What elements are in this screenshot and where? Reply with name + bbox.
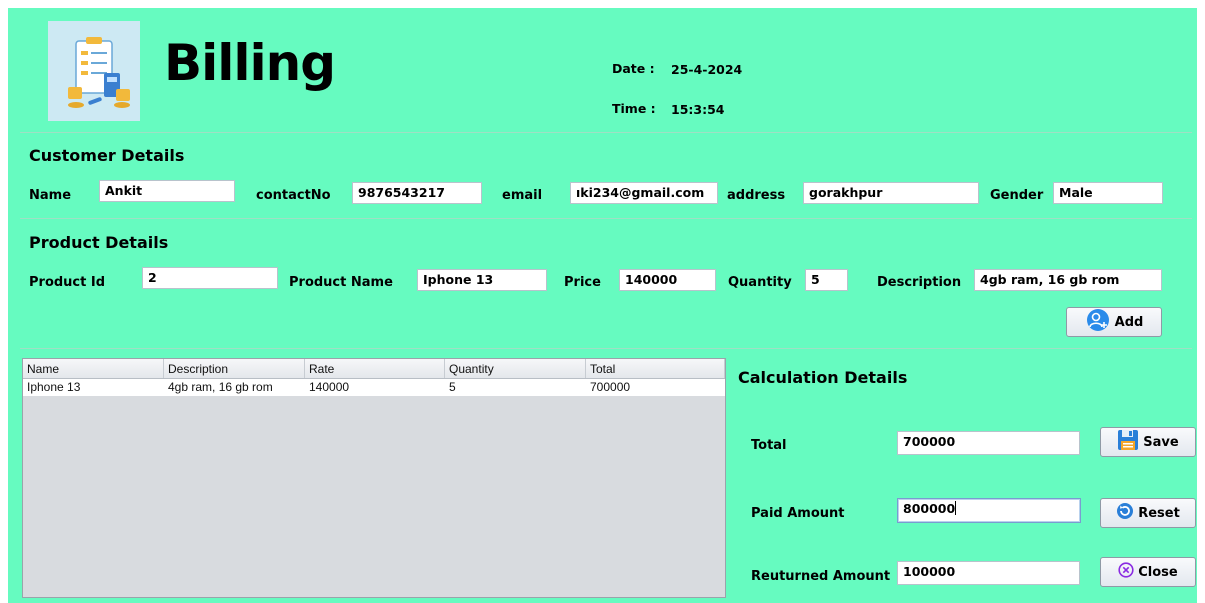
returned-amount-field[interactable]: 100000 [897,561,1080,585]
description-field[interactable]: 4gb ram, 16 gb rom [974,269,1162,291]
column-header-rate[interactable]: Rate [305,359,445,378]
divider [20,348,1192,349]
table-header: Name Description Rate Quantity Total [23,359,725,379]
cell-quantity: 5 [449,380,456,394]
quantity-label: Quantity [728,275,792,290]
billing-window: Billing Date : 25-4-2024 Time : 15:3:54 … [8,8,1197,603]
add-button[interactable]: Add [1066,307,1162,337]
add-user-icon [1085,308,1111,336]
contact-field[interactable]: 9876543217 [352,182,482,204]
product-id-label: Product Id [29,275,106,290]
contact-label: contactNo [256,188,331,203]
divider [20,218,1192,219]
customer-details-heading: Customer Details [29,146,185,165]
total-field[interactable]: 700000 [897,431,1080,455]
total-label: Total [751,438,787,453]
gender-field[interactable]: Male [1053,182,1163,204]
table-row[interactable]: Iphone 13 4gb ram, 16 gb rom 140000 5 70… [23,379,725,396]
reset-icon [1116,502,1134,524]
cell-total: 700000 [590,380,631,394]
page-title: Billing [164,34,336,92]
cell-description: 4gb ram, 16 gb rom [168,380,273,394]
product-name-label: Product Name [289,275,393,290]
date-label: Date : [612,61,655,76]
paid-amount-field[interactable]: 800000 [897,498,1081,523]
reset-button[interactable]: Reset [1100,498,1196,528]
close-button[interactable]: Close [1100,557,1196,587]
calculation-details-heading: Calculation Details [738,368,908,387]
description-label: Description [877,275,962,290]
price-label: Price [564,275,601,290]
cell-rate: 140000 [309,380,350,394]
column-header-description[interactable]: Description [164,359,305,378]
add-button-label: Add [1114,314,1144,330]
time-value: 15:3:54 [671,102,725,117]
save-button-label: Save [1143,434,1179,450]
gender-label: Gender [990,188,1044,203]
returned-amount-label: Reuturned Amount [751,569,891,584]
cell-name: Iphone 13 [27,380,81,394]
save-button[interactable]: Save [1100,427,1196,457]
email-field[interactable]: ıki234@gmail.com [570,182,718,204]
close-icon [1118,562,1134,582]
paid-amount-value: 800000 [903,501,956,516]
paid-amount-label: Paid Amount [751,506,845,521]
name-label: Name [29,188,72,203]
save-icon [1117,429,1139,455]
column-header-total[interactable]: Total [586,359,725,378]
quantity-field[interactable]: 5 [805,269,848,291]
divider [20,132,1192,133]
product-id-field[interactable]: 2 [142,267,278,289]
text-caret [955,501,957,515]
reset-button-label: Reset [1138,505,1180,521]
close-button-label: Close [1138,564,1178,580]
date-value: 25-4-2024 [671,62,743,77]
price-field[interactable]: 140000 [619,269,716,291]
email-label: email [502,188,543,203]
product-name-field[interactable]: Iphone 13 [417,269,547,291]
product-details-heading: Product Details [29,233,169,252]
column-header-name[interactable]: Name [23,359,164,378]
address-label: address [727,188,786,203]
billing-logo [48,21,140,121]
time-label: Time : [612,101,656,116]
billing-table[interactable]: Name Description Rate Quantity Total Iph… [22,358,726,598]
customer-name-field[interactable]: Ankit [99,180,235,202]
column-header-quantity[interactable]: Quantity [445,359,586,378]
address-field[interactable]: gorakhpur [803,182,979,204]
